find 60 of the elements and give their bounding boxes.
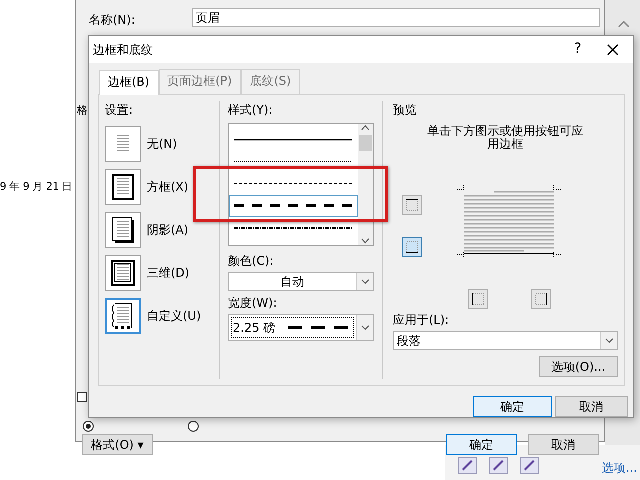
- line-sample-icon: [234, 159, 352, 165]
- tab[interactable]: 页面边框(P): [158, 69, 242, 94]
- date-text: 9 年 9 月 21 日: [0, 180, 73, 195]
- scroll-down-icon[interactable]: [361, 237, 370, 245]
- options-link[interactable]: 选项...: [602, 459, 638, 477]
- setting-option-icon[interactable]: [105, 169, 141, 205]
- scroll-thumb[interactable]: [359, 135, 372, 151]
- style-label: 样式(Y):: [228, 102, 274, 119]
- chevron-icon: [600, 332, 617, 349]
- setting-option-label: 三维(D): [147, 265, 190, 282]
- apply-to-dropdown[interactable]: 段落: [393, 331, 618, 350]
- setting-option-label: 自定义(U): [147, 308, 202, 325]
- border-toggle-icon[interactable]: [402, 195, 422, 215]
- line-sample-icon: [234, 181, 352, 187]
- line-sample-icon: [234, 203, 352, 209]
- preview-hint: 单击下方图示或使用按钮可应用边框: [426, 125, 584, 151]
- radio-button[interactable]: [188, 421, 199, 432]
- name-label: 名称(N):: [89, 12, 136, 29]
- cancel-button[interactable]: 取消: [555, 396, 628, 417]
- width-value: 2.25 磅: [232, 320, 276, 336]
- radio-button[interactable]: [83, 421, 94, 432]
- checkbox[interactable]: [77, 392, 87, 402]
- format-label: 格: [77, 105, 88, 117]
- line-sample-icon: [234, 137, 352, 143]
- border-toggle-icon[interactable]: [402, 237, 422, 257]
- setting-option-label: 阴影(A): [147, 222, 189, 239]
- format-button[interactable]: 格式(O) ▾: [82, 434, 153, 455]
- line-style-list[interactable]: [228, 123, 374, 246]
- cancel-button[interactable]: 取消: [528, 434, 599, 455]
- setting-option-label: 无(N): [147, 136, 178, 153]
- options-button[interactable]: 选项(O)...: [539, 356, 618, 377]
- name-field[interactable]: 页眉: [192, 8, 600, 27]
- help-button[interactable]: ?: [563, 39, 593, 60]
- settings-label: 设置:: [105, 102, 134, 119]
- dialog-title: 边框和底纹: [93, 42, 154, 58]
- apply-to-label: 应用于(L):: [393, 312, 450, 329]
- line-sample-icon: [234, 225, 352, 231]
- setting-option-icon[interactable]: [105, 255, 141, 291]
- chevron-icon: [356, 315, 373, 340]
- setting-option-icon[interactable]: [105, 212, 141, 248]
- preview-label: 预览: [393, 102, 418, 119]
- tab[interactable]: 边框(B): [99, 70, 159, 95]
- apply-to-value: 段落: [396, 332, 422, 350]
- width-label: 宽度(W):: [228, 295, 278, 312]
- color-dropdown[interactable]: 自动: [228, 272, 374, 291]
- setting-option-icon[interactable]: [105, 298, 141, 334]
- border-toggle-icon[interactable]: [468, 289, 488, 309]
- pen-icon[interactable]: [520, 456, 540, 475]
- tab[interactable]: 底纹(S): [241, 69, 300, 94]
- border-toggle-icon[interactable]: [531, 289, 551, 309]
- scrollbar[interactable]: [358, 124, 373, 245]
- color-value: 自动: [280, 274, 306, 290]
- ok-button[interactable]: 确定: [473, 396, 552, 417]
- line-style-option[interactable]: [229, 195, 358, 217]
- chevron-icon: [356, 273, 373, 290]
- color-label: 颜色(C):: [228, 253, 275, 270]
- ok-button[interactable]: 确定: [446, 434, 517, 455]
- setting-option-label: 方框(X): [147, 179, 189, 196]
- scroll-up-icon[interactable]: [361, 124, 370, 132]
- width-dropdown[interactable]: 2.25 磅: [228, 314, 374, 341]
